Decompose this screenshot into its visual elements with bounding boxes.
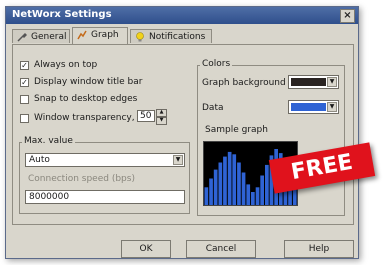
data-color-select[interactable]: ▼ <box>288 100 339 114</box>
checkbox-label: Snap to desktop edges <box>34 94 138 104</box>
close-button[interactable]: × <box>340 9 355 23</box>
sample-graph-bar <box>232 154 237 205</box>
tab-general[interactable]: General <box>12 29 70 43</box>
checkbox-label: Window transparency, % <box>34 113 147 123</box>
checkbox-box[interactable] <box>20 114 29 123</box>
chevron-down-icon[interactable]: ▼ <box>173 155 183 165</box>
connection-speed-input[interactable]: 8000000 <box>25 190 185 204</box>
transparency-input[interactable]: 50 <box>137 110 155 122</box>
chevron-down-icon[interactable]: ▼ <box>327 102 337 112</box>
sample-graph-bar <box>260 175 264 205</box>
tab-label: General <box>31 32 67 42</box>
sample-graph-bar <box>213 169 218 205</box>
sample-graph-bar <box>241 172 246 205</box>
graph-background-color-select[interactable]: ▼ <box>288 75 339 89</box>
tab-label: Notifications <box>149 32 206 42</box>
checkbox-box[interactable]: ✓ <box>20 78 29 87</box>
sample-graph-bar <box>218 162 223 205</box>
colors-label: Colors <box>200 59 233 69</box>
checkbox-box[interactable] <box>20 95 29 104</box>
help-button[interactable]: Help <box>284 240 354 258</box>
sample-graph-label: Sample graph <box>205 125 268 135</box>
sample-graph-bar <box>204 187 209 205</box>
settings-window: NetWorx Settings × General Graph Notific… <box>5 6 359 259</box>
sample-graph-bar <box>251 192 255 205</box>
spin-down-icon[interactable]: ▼ <box>156 117 167 125</box>
max-value-select[interactable]: Auto ▼ <box>25 153 185 167</box>
sample-graph-bar <box>209 178 213 205</box>
tools-icon <box>17 32 27 42</box>
ok-button[interactable]: OK <box>121 240 171 258</box>
chevron-down-icon[interactable]: ▼ <box>327 77 337 87</box>
graph-background-swatch <box>291 78 326 86</box>
tab-label: Graph <box>91 30 119 40</box>
bulb-icon <box>136 32 144 42</box>
max-value-label: Max. value <box>22 136 75 146</box>
checkbox-label: Display window title bar <box>34 77 143 87</box>
cancel-button[interactable]: Cancel <box>186 240 256 258</box>
graph-background-label: Graph background <box>202 78 286 88</box>
spin-up-icon[interactable]: ▲ <box>156 109 167 117</box>
tab-graph[interactable]: Graph <box>72 27 128 44</box>
sample-graph-bar <box>223 156 227 205</box>
data-color-label: Data <box>202 103 224 113</box>
sample-graph-bar <box>265 164 269 205</box>
tab-notifications[interactable]: Notifications <box>130 29 212 43</box>
checkbox-label: Always on top <box>34 60 98 70</box>
sample-graph-bar <box>255 187 260 205</box>
data-color-swatch <box>291 103 326 111</box>
window-title: NetWorx Settings <box>12 9 112 20</box>
connection-speed-label: Connection speed (bps) <box>28 174 135 184</box>
checkbox-box[interactable]: ✓ <box>20 61 29 70</box>
sample-graph-bar <box>227 151 232 205</box>
select-value: Auto <box>29 155 50 165</box>
sample-graph-bar <box>237 162 241 205</box>
sample-graph-bar <box>246 184 251 205</box>
transparency-spinner[interactable]: ▲ ▼ <box>156 109 167 125</box>
close-icon: × <box>343 10 352 21</box>
title-bar: NetWorx Settings × <box>6 7 358 24</box>
graph-icon <box>77 30 87 40</box>
